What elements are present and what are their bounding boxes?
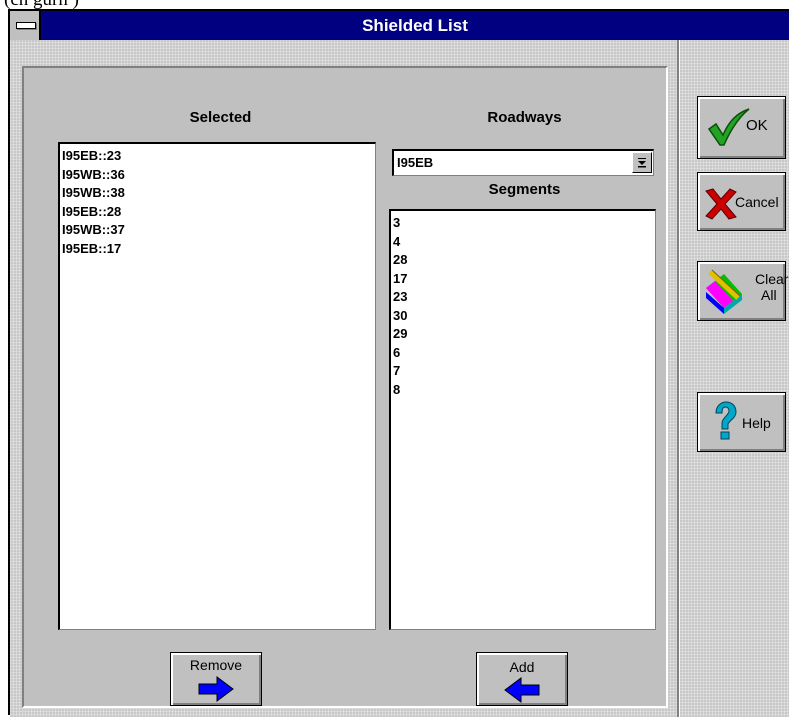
question-mark-icon [715,401,737,440]
segments-list-item[interactable]: 28 [393,251,653,270]
window-title: Shielded List [362,16,468,35]
remove-button-label: Remove [189,657,243,673]
add-button[interactable]: Add [476,652,568,706]
selected-list-item[interactable]: I95WB::38 [62,184,373,203]
title-bar: Shielded List [10,11,789,40]
eraser-icon [706,269,742,314]
system-menu-icon [16,22,36,29]
selected-list-item[interactable]: I95WB::37 [62,221,373,240]
selected-list-item[interactable]: I95WB::36 [62,166,373,185]
client-area: Selected I95EB::23 I95WB::36 I95WB::38 I… [10,40,789,717]
segments-list-item[interactable]: 29 [393,325,653,344]
roadways-dropdown[interactable]: I95EB [392,149,654,176]
clear-button-label-line2: All [761,287,777,303]
segments-label: Segments [488,181,561,198]
main-panel: Selected I95EB::23 I95WB::36 I95WB::38 I… [22,66,668,708]
ok-button-label: OK [746,117,768,134]
help-button-label: Help [742,415,771,431]
remove-button[interactable]: Remove [170,652,262,706]
arrow-right-icon [198,676,234,702]
caption-fragment-text: (cn gurn ) [4,0,79,9]
segments-list-item[interactable]: 3 [393,214,653,233]
clear-button-label-line1: Clear [755,271,789,287]
selected-label: Selected [189,109,252,126]
selected-list[interactable]: I95EB::23 I95WB::36 I95WB::38 I95EB::28 … [58,142,376,630]
selected-list-item[interactable]: I95EB::17 [62,240,373,259]
red-x-icon [705,188,737,220]
segments-list-item[interactable]: 6 [393,344,653,363]
selected-list-item[interactable]: I95EB::23 [62,147,373,166]
segments-list-item[interactable]: 8 [393,381,653,400]
arrow-left-icon [504,677,540,703]
segments-list-item[interactable]: 30 [393,307,653,326]
ok-button[interactable]: OK [697,96,786,159]
help-button[interactable]: Help [697,392,786,452]
panel-divider [677,40,680,717]
roadways-label: Roadways [487,109,562,126]
segments-list-item[interactable]: 4 [393,233,653,252]
dropdown-button[interactable] [632,152,652,173]
checkmark-icon [707,108,750,146]
segments-list-item[interactable]: 17 [393,270,653,289]
segments-list[interactable]: 3 4 28 17 23 30 29 6 7 8 [389,209,656,630]
caption-fragment: (cn gurn ) [0,0,789,9]
clear-all-button[interactable]: Clear All [697,261,789,321]
arrow-down-icon [638,158,646,168]
cancel-button-label: Cancel [735,194,779,210]
system-menu-button[interactable] [10,11,41,40]
add-button-label: Add [509,659,535,675]
selected-list-item[interactable]: I95EB::28 [62,203,373,222]
cancel-button[interactable]: Cancel [697,172,786,231]
segments-list-item[interactable]: 23 [393,288,653,307]
shielded-list-window: Shielded List Selected I95EB::23 I95WB::… [8,9,789,717]
roadways-value: I95EB [397,155,434,170]
segments-list-item[interactable]: 7 [393,362,653,381]
